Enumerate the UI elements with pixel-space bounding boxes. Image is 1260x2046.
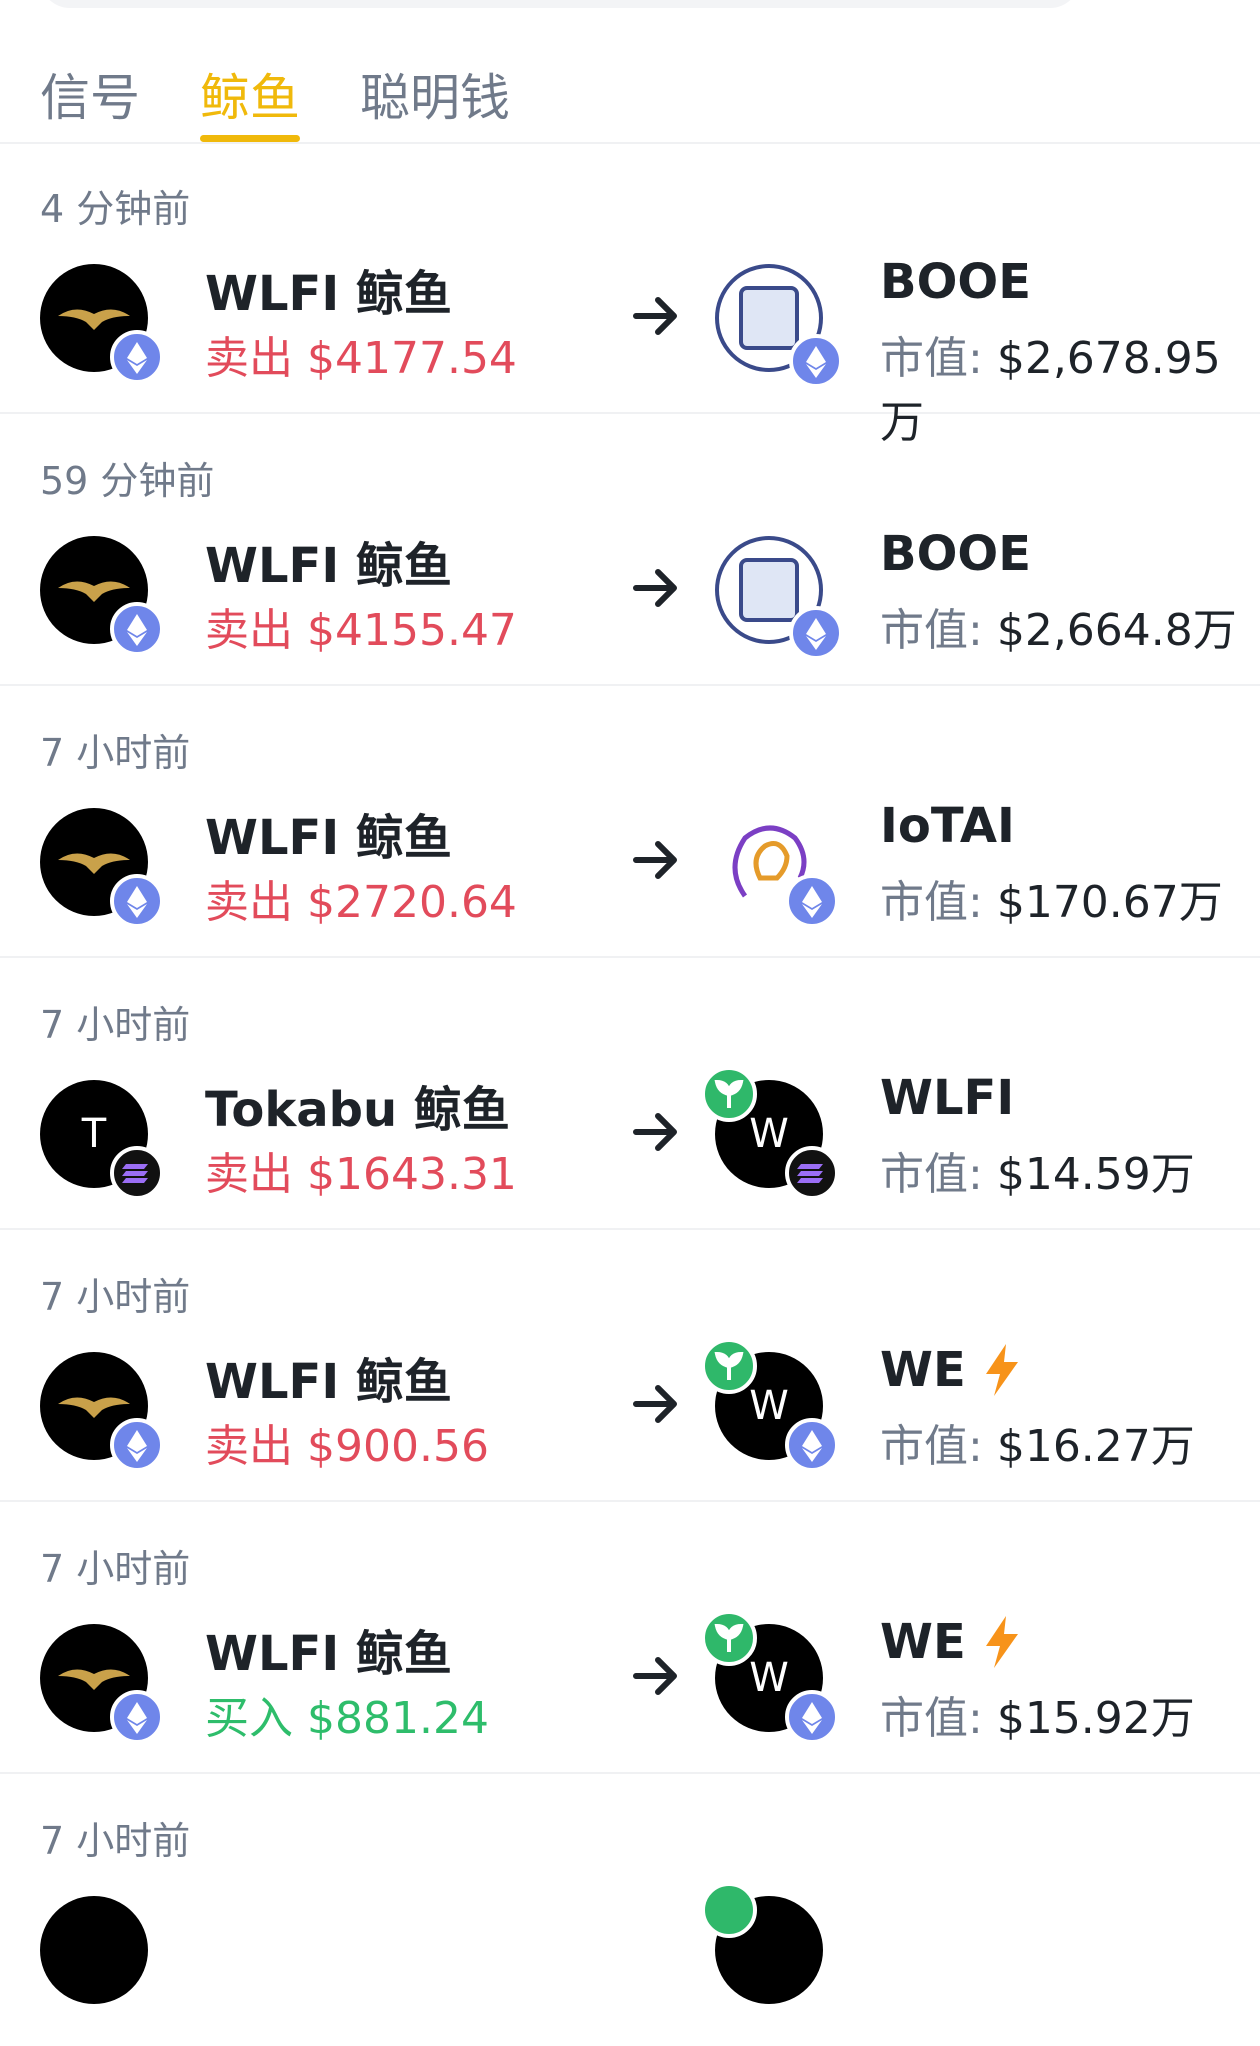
- list-item[interactable]: 7 小时前 WLFI 鲸鱼 卖出 $900.56 W WE 市值: $16.27…: [0, 1230, 1260, 1502]
- market-cap-value: $15.92万: [996, 1693, 1195, 1744]
- list-item[interactable]: 7 小时前 WLFI 鲸鱼 买入 $881.24 W WE 市值: $15.92…: [0, 1502, 1260, 1774]
- ethereum-icon: [785, 1690, 839, 1744]
- list-item[interactable]: 7 小时前: [0, 1774, 1260, 2046]
- time-label: 7 小时前: [40, 731, 191, 775]
- ethereum-icon: [785, 874, 839, 928]
- ethereum-icon: [110, 874, 164, 928]
- lightning-icon: [986, 1616, 1018, 1668]
- whale-avatar: [40, 264, 164, 384]
- solana-icon: [785, 1146, 839, 1200]
- whale-avatar: [40, 1352, 164, 1472]
- ethereum-icon: [110, 1418, 164, 1472]
- list-item[interactable]: 59 分钟前 WLFI 鲸鱼 卖出 $4155.47 BOOE 市值: $2,6…: [0, 414, 1260, 686]
- market-cap-value: $16.27万: [996, 1421, 1195, 1472]
- market-cap: 市值: $14.59万: [880, 1138, 1195, 1202]
- arrow-right-icon: [633, 841, 677, 879]
- token-avatar: W: [701, 1066, 839, 1200]
- token-symbol: BOOE: [880, 254, 1031, 310]
- ethereum-icon: [110, 602, 164, 656]
- token-avatar: W: [701, 1610, 839, 1744]
- list-item[interactable]: 7 小时前 WLFI 鲸鱼 卖出 $2720.64 IoTAI 市值: $170…: [0, 686, 1260, 958]
- whale-avatar: [40, 536, 164, 656]
- arrow-right-icon: [633, 1657, 677, 1695]
- market-cap-label: 市值:: [880, 1693, 983, 1744]
- arrow-right-icon: [633, 1113, 677, 1151]
- list-item[interactable]: 4 分钟前 WLFI 鲸鱼 卖出 $4177.54 BOOE 市值: $2,67…: [0, 142, 1260, 448]
- tab-signals[interactable]: 信号: [40, 58, 140, 142]
- ethereum-icon: [789, 606, 843, 660]
- time-label: 7 小时前: [40, 1819, 191, 1863]
- whale-feed: 4 分钟前 WLFI 鲸鱼 卖出 $4177.54 BOOE 市值: $2,67…: [0, 142, 1260, 2046]
- whale-avatar: [40, 1624, 164, 1744]
- whale-avatar: T: [40, 1080, 164, 1200]
- time-label: 7 小时前: [40, 1547, 191, 1591]
- sprout-icon: [701, 1610, 757, 1666]
- sprout-icon: [701, 1882, 757, 1938]
- trade-amount: 卖出 $900.56: [205, 1421, 489, 1472]
- lightning-icon: [986, 1344, 1018, 1396]
- ethereum-icon: [110, 1690, 164, 1744]
- market-cap: 市值: $15.92万: [880, 1682, 1195, 1746]
- market-cap-label: 市值:: [880, 1421, 983, 1472]
- arrow-right-icon: [633, 297, 677, 335]
- solana-icon: [110, 1146, 164, 1200]
- token-symbol: BOOE: [880, 526, 1031, 582]
- ethereum-icon: [110, 330, 164, 384]
- tab-whales[interactable]: 鲸鱼: [200, 58, 300, 142]
- market-cap-value: $14.59万: [996, 1149, 1195, 1200]
- whale-name: WLFI 鲸鱼: [205, 266, 452, 322]
- time-label: 7 小时前: [40, 1003, 191, 1047]
- whale-name: Tokabu 鲸鱼: [205, 1082, 510, 1138]
- sprout-icon: [701, 1338, 757, 1394]
- market-cap-label: 市值:: [880, 605, 983, 656]
- market-cap-label: 市值:: [880, 877, 983, 928]
- trade-amount: 卖出 $4155.47: [205, 605, 517, 656]
- trade-amount: 卖出 $1643.31: [205, 1149, 517, 1200]
- token-avatar: [715, 536, 843, 660]
- whale-avatar: [40, 808, 164, 928]
- market-cap: 市值: $170.67万: [880, 866, 1223, 930]
- token-avatar: [715, 264, 843, 388]
- market-cap: 市值: $2,664.8万: [880, 594, 1237, 658]
- market-cap-value: $2,664.8万: [996, 605, 1237, 656]
- trade-amount: 卖出 $2720.64: [205, 877, 517, 928]
- sprout-icon: [701, 1066, 757, 1122]
- token-avatar: W: [701, 1338, 839, 1472]
- token-symbol: WLFI: [880, 1070, 1015, 1126]
- market-cap-label: 市值:: [880, 333, 983, 384]
- whale-name: WLFI 鲸鱼: [205, 1354, 452, 1410]
- time-label: 7 小时前: [40, 1275, 191, 1319]
- market-cap-value: $170.67万: [996, 877, 1223, 928]
- token-symbol: WE: [880, 1342, 966, 1398]
- token-avatar: [715, 808, 839, 928]
- token-symbol: WE: [880, 1614, 966, 1670]
- token-avatar: [701, 1882, 823, 2004]
- whale-avatar: [40, 1896, 148, 2004]
- ethereum-icon: [785, 1418, 839, 1472]
- ethereum-icon: [789, 334, 843, 388]
- list-item[interactable]: 7 小时前 T Tokabu 鲸鱼 卖出 $1643.31 W WLFI 市值:…: [0, 958, 1260, 1230]
- whale-name: WLFI 鲸鱼: [205, 810, 452, 866]
- market-cap-label: 市值:: [880, 1149, 983, 1200]
- trade-amount: 买入 $881.24: [205, 1693, 489, 1744]
- tab-smart-money[interactable]: 聪明钱: [360, 58, 510, 142]
- token-symbol: IoTAI: [880, 798, 1015, 854]
- trade-amount: 卖出 $4177.54: [205, 333, 517, 384]
- tab-bar: 信号 鲸鱼 聪明钱: [0, 0, 1260, 144]
- time-label: 59 分钟前: [40, 459, 215, 503]
- time-label: 4 分钟前: [40, 187, 191, 231]
- market-cap: 市值: $16.27万: [880, 1410, 1195, 1474]
- whale-name: WLFI 鲸鱼: [205, 538, 452, 594]
- arrow-right-icon: [633, 1385, 677, 1423]
- whale-name: WLFI 鲸鱼: [205, 1626, 452, 1682]
- arrow-right-icon: [633, 569, 677, 607]
